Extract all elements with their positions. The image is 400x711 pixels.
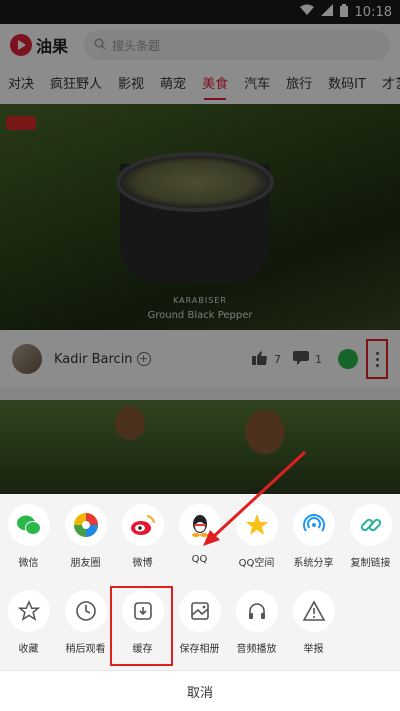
annotation-highlight-box [110,586,173,666]
action-report[interactable]: 举报 [285,590,342,655]
action-save-album[interactable]: 保存相册 [171,590,228,655]
image-save-icon [178,590,221,632]
share-label: 举报 [303,644,324,655]
share-copy-link[interactable]: 复制链接 [342,504,399,569]
share-weibo[interactable]: 微博 [114,504,171,569]
qzone-star-icon [235,504,278,546]
share-system[interactable]: 系统分享 [285,504,342,569]
warning-icon [292,590,335,632]
headphones-icon [235,590,278,632]
modal-backdrop[interactable] [0,0,400,494]
action-favorite[interactable]: 收藏 [0,590,57,655]
share-label: QQ [191,554,208,565]
share-label: 微信 [18,558,39,569]
share-label: 朋友圈 [70,558,101,569]
star-outline-icon [7,590,50,632]
share-qzone[interactable]: QQ空间 [228,504,285,569]
wechat-icon [7,504,50,546]
share-label: 收藏 [18,644,39,655]
share-row-actions: 收藏 稍后观看 缓存 保存相册 音频播放 举报 [0,590,400,655]
action-watch-later[interactable]: 稍后观看 [57,590,114,655]
share-label: 稍后观看 [65,644,106,655]
share-label: 保存相册 [179,644,220,655]
link-icon [349,504,392,546]
share-moments[interactable]: 朋友圈 [57,504,114,569]
share-label: 音频播放 [236,644,277,655]
moments-icon [64,504,107,546]
action-audio-play[interactable]: 音频播放 [228,590,285,655]
share-label: 微博 [132,558,153,569]
share-qq[interactable]: QQ [171,504,228,569]
cancel-button[interactable]: 取消 [0,670,400,711]
share-wechat[interactable]: 微信 [0,504,57,569]
share-label: 复制链接 [350,558,391,569]
share-label: 系统分享 [293,558,334,569]
clock-icon [64,590,107,632]
system-share-icon [292,504,335,546]
qq-icon [178,504,221,546]
share-row-social: 微信 朋友圈 微博 QQ QQ空间 系统分享 复制链接 [0,504,400,569]
weibo-icon [121,504,164,546]
share-label: QQ空间 [238,558,275,569]
